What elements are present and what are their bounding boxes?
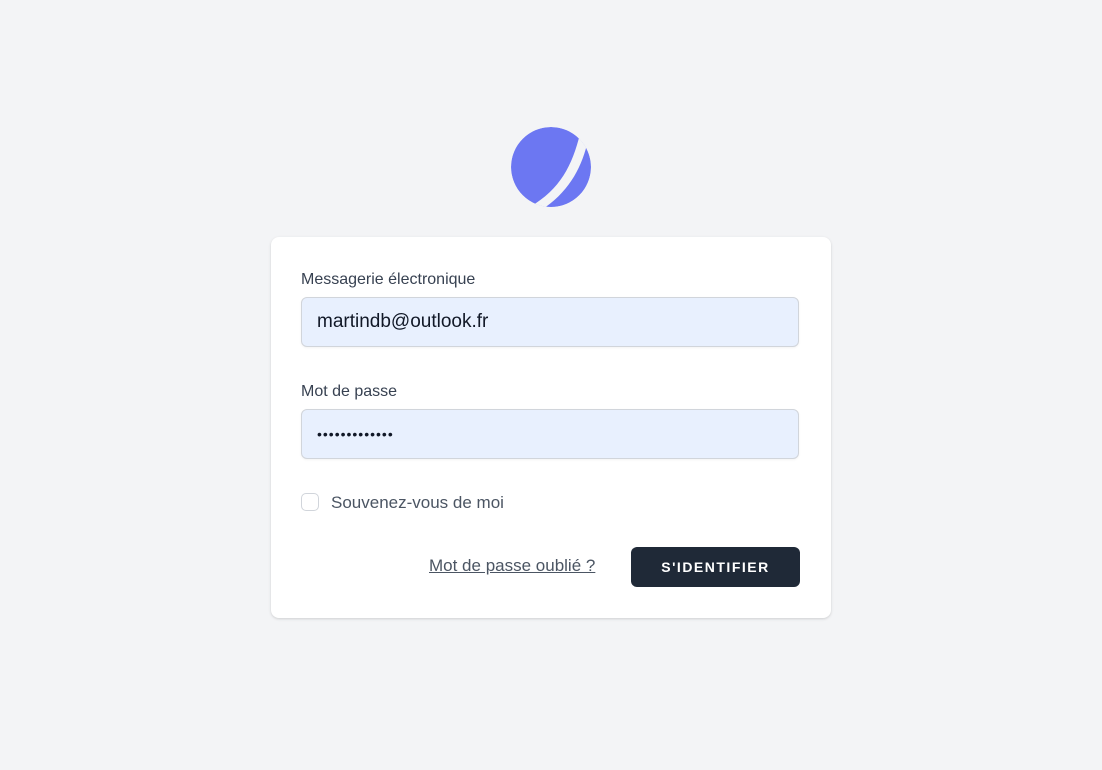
login-card: Messagerie électronique Mot de passe Sou…: [271, 237, 831, 618]
sign-in-button[interactable]: S'IDENTIFIER: [631, 547, 800, 587]
remember-me-checkbox[interactable]: [301, 493, 319, 511]
email-label: Messagerie électronique: [301, 271, 476, 288]
email-field[interactable]: [301, 297, 799, 347]
forgot-password-link[interactable]: Mot de passe oublié ?: [429, 556, 595, 576]
remember-me-label: Souvenez-vous de moi: [331, 493, 504, 512]
password-field[interactable]: [301, 409, 799, 459]
app-logo-icon: [511, 127, 591, 207]
password-label: Mot de passe: [301, 383, 398, 400]
